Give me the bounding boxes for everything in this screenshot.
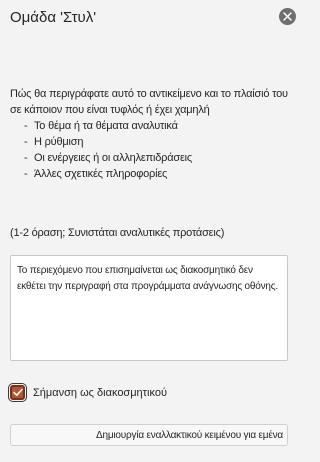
close-icon — [283, 12, 292, 21]
checkmark-icon — [12, 388, 23, 396]
alt-text-pane: Ομάδα 'Στυλ' Πώς θα περιγράφατε αυτό το … — [0, 0, 300, 462]
description-list: Το θέμα ή τα θέματα αναλυτικά Η ρύθμιση … — [10, 118, 294, 182]
alt-text-input[interactable]: Το περιεχόμενο που επισημαίνεται ως διακ… — [10, 255, 288, 361]
mark-decorative-checkbox-row[interactable]: Σήμανση ως διακοσμητικού — [8, 383, 167, 402]
generate-alt-text-button[interactable]: Δημιουργία εναλλακτικού κειμένου για εμέ… — [10, 424, 288, 446]
description-item: Το θέμα ή τα θέματα αναλυτικά — [24, 118, 294, 134]
description-item: Η ρύθμιση — [24, 134, 294, 150]
close-button[interactable] — [279, 8, 296, 25]
mark-decorative-checkbox[interactable] — [8, 383, 27, 402]
description-item: Άλλες σχετικές πληροφορίες — [24, 166, 294, 182]
mark-decorative-label: Σήμανση ως διακοσμητικού — [33, 386, 167, 399]
sentence-hint: (1-2 όραση; Συνιστάται αναλυτικές προτάσ… — [10, 227, 225, 239]
description-item: Οι ενέργειες ή οι αλληλεπιδράσεις — [24, 150, 294, 166]
description-block: Πώς θα περιγράφατε αυτό το αντικείμενο κ… — [10, 86, 294, 182]
pane-title: Ομάδα 'Στυλ' — [10, 9, 97, 26]
description-intro: Πώς θα περιγράφατε αυτό το αντικείμενο κ… — [10, 88, 288, 116]
